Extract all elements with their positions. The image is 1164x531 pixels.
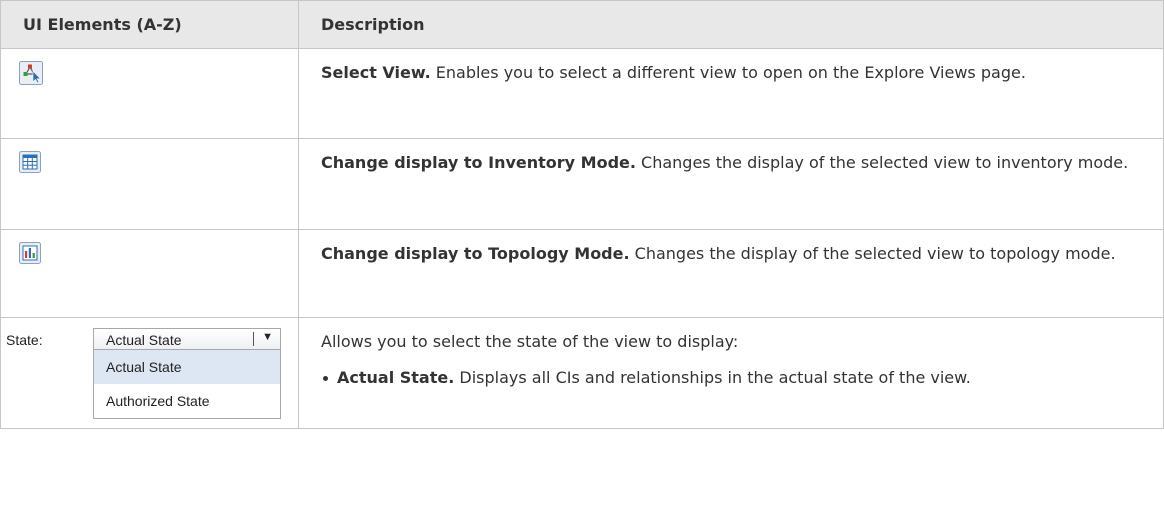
table-header-row: UI Elements (A-Z) Description	[0, 0, 1164, 49]
description-cell: Allows you to select the state of the vi…	[298, 317, 1164, 429]
description-cell: Change display to Topology Mode. Changes…	[298, 229, 1164, 318]
header-ui-elements: UI Elements (A-Z)	[0, 0, 299, 49]
row-text: Enables you to select a different view t…	[430, 63, 1026, 82]
state-bullet-list: Actual State. Displays all CIs and relat…	[321, 364, 1141, 392]
inventory-mode-icon	[19, 151, 41, 173]
ui-cell	[0, 229, 299, 318]
row-title: Change display to Topology Mode.	[321, 244, 630, 263]
chevron-down-icon[interactable]: ▼	[262, 331, 273, 343]
description-cell: Change display to Inventory Mode. Change…	[298, 138, 1164, 230]
bullet-text: Displays all CIs and relationships in th…	[454, 368, 971, 387]
menu-item-authorized-state[interactable]: Authorized State	[94, 384, 280, 418]
topology-mode-icon	[19, 242, 41, 264]
state-selected-value: Actual State	[106, 332, 182, 348]
state-dropdown[interactable]: Actual State ▼	[93, 328, 281, 350]
list-item: Actual State. Displays all CIs and relat…	[321, 364, 1141, 392]
ui-cell: State: Actual State ▼ Actual State Autho…	[0, 317, 299, 429]
row-title: Select View.	[321, 63, 431, 82]
bullet-dot	[323, 376, 328, 381]
state-intro: Allows you to select the state of the vi…	[321, 332, 739, 351]
table-row: Select View. Enables you to select a dif…	[0, 48, 1164, 139]
description-cell: Select View. Enables you to select a dif…	[298, 48, 1164, 139]
select-view-icon	[19, 61, 43, 85]
table-row: Change display to Topology Mode. Changes…	[0, 229, 1164, 318]
table-row: State: Actual State ▼ Actual State Autho…	[0, 317, 1164, 429]
row-text: Changes the display of the selected view…	[635, 153, 1129, 172]
row-text: Changes the display of the selected view…	[629, 244, 1116, 263]
ui-elements-table: UI Elements (A-Z) Description Select Vie…	[0, 0, 1164, 429]
ui-cell	[0, 138, 299, 230]
state-dropdown-menu: Actual State Authorized State	[93, 350, 281, 419]
row-title: Change display to Inventory Mode.	[321, 153, 636, 172]
dropdown-separator	[253, 332, 254, 346]
ui-cell	[0, 48, 299, 139]
state-selector-screenshot: State: Actual State ▼ Actual State Autho…	[5, 328, 305, 422]
menu-item-actual-state[interactable]: Actual State	[94, 350, 280, 384]
table-row: Change display to Inventory Mode. Change…	[0, 138, 1164, 230]
state-label: State:	[6, 332, 43, 348]
header-description: Description	[298, 0, 1164, 49]
bullet-title: Actual State.	[337, 368, 455, 387]
